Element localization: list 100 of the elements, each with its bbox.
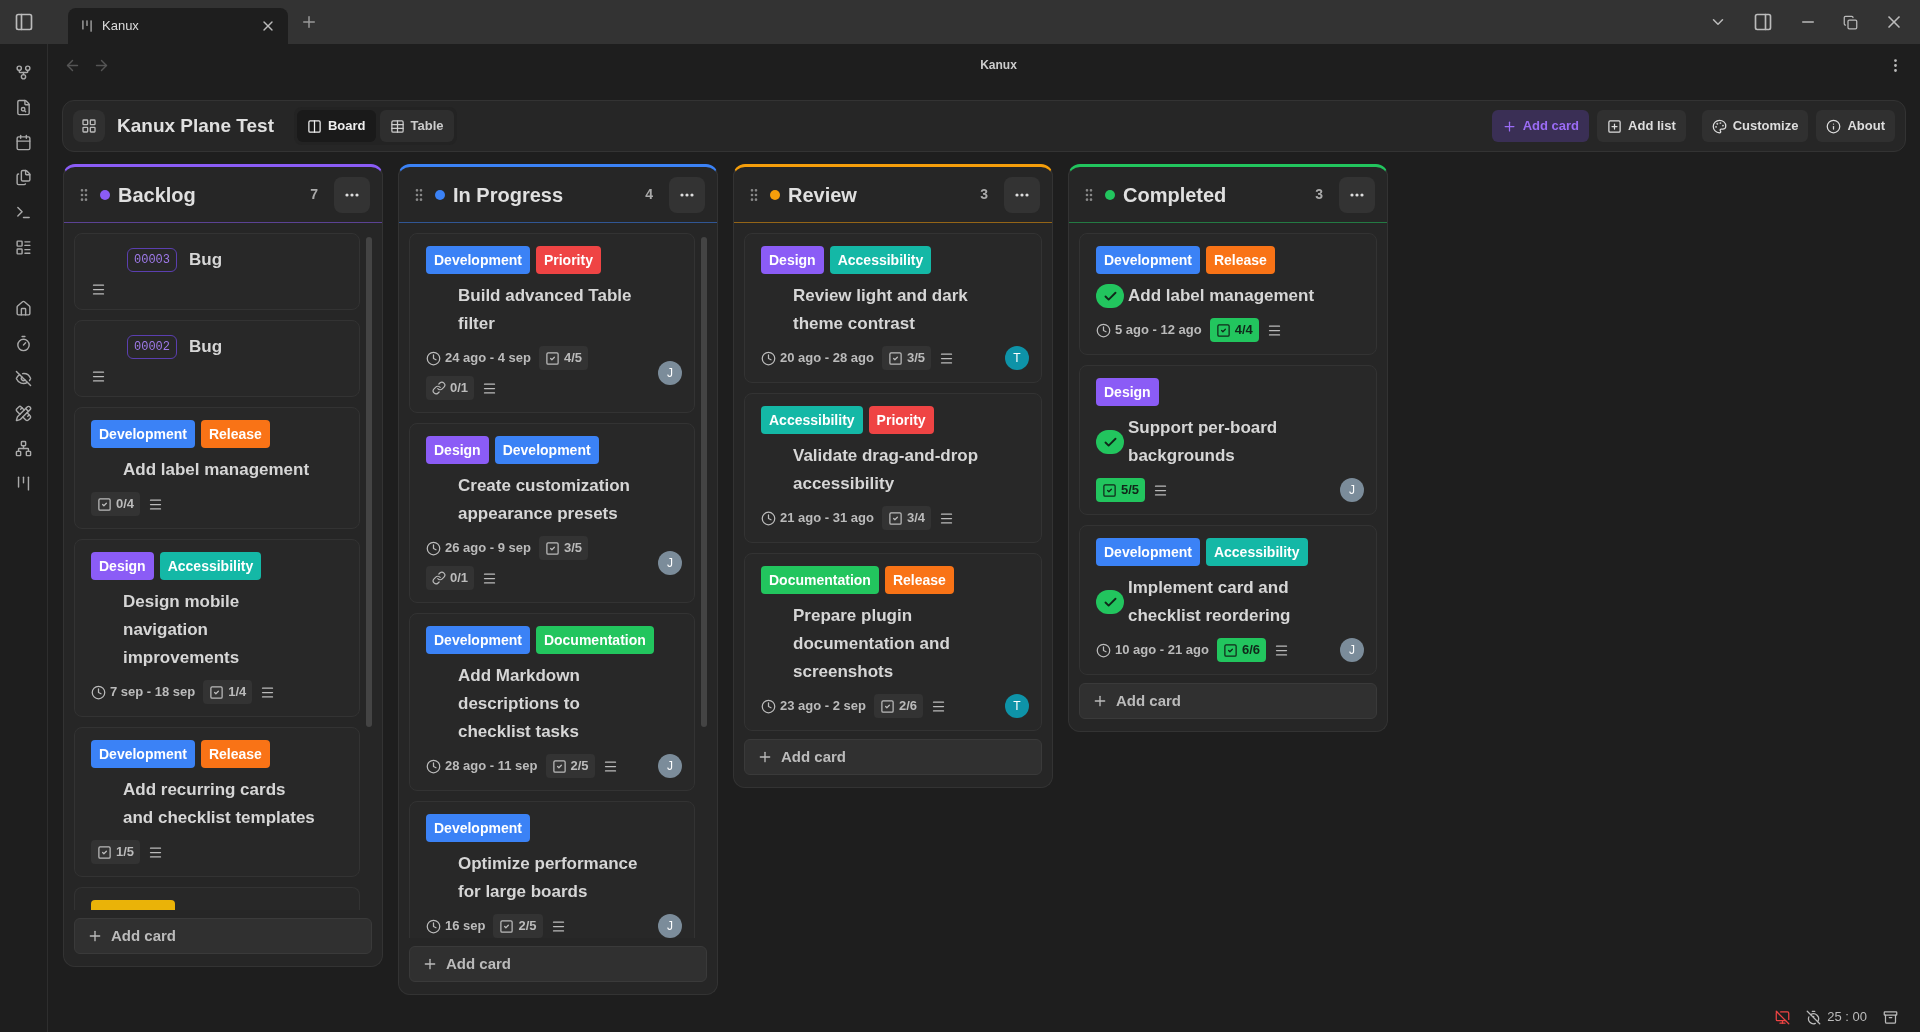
done-check-icon[interactable] bbox=[1096, 590, 1124, 614]
more-button[interactable] bbox=[669, 176, 705, 213]
list-icon[interactable] bbox=[15, 239, 32, 256]
calendar-icon[interactable] bbox=[15, 134, 32, 151]
card-count: 3 bbox=[980, 185, 988, 204]
description-icon bbox=[482, 380, 498, 396]
done-check-icon[interactable] bbox=[1096, 284, 1124, 308]
card[interactable]: Design Development Create customization appearance presets 26 ago - 9 sep 3/5 0/1 J bbox=[409, 423, 695, 603]
card[interactable]: Development Optimize performance for large boards 16 sep 2/5 J bbox=[409, 801, 695, 938]
card-title[interactable]: Review light and dark theme contrast bbox=[793, 282, 985, 338]
add-card-button[interactable]: Add card bbox=[409, 946, 707, 982]
hierarchy-icon[interactable] bbox=[15, 440, 32, 457]
checklist-count: 0/4 bbox=[116, 495, 135, 514]
view-tab[interactable]: Board bbox=[297, 110, 376, 142]
link-icon bbox=[432, 381, 446, 395]
card-title[interactable]: Prepare plugin documentation and screenshots bbox=[793, 602, 985, 686]
label-tag: Design bbox=[761, 246, 824, 274]
columns-icon bbox=[307, 118, 322, 134]
board-title: Kanux Plane Test bbox=[117, 113, 274, 138]
view-tab[interactable]: Table bbox=[379, 110, 454, 142]
card[interactable]: Design Accessibility Review light and dark theme contrast 20 ago - 28 ago 3/5 T bbox=[744, 233, 1042, 383]
new-tab-icon[interactable] bbox=[300, 13, 318, 31]
card[interactable]: Design Support per-board backgrounds 5/5 J bbox=[1079, 365, 1377, 515]
add-list-button[interactable]: Add list bbox=[1597, 110, 1686, 142]
plus-icon bbox=[422, 956, 438, 972]
timer-off-icon[interactable] bbox=[1806, 1009, 1822, 1025]
card-title[interactable]: Design mobile navigation improvements bbox=[123, 588, 315, 672]
clock-icon bbox=[426, 540, 441, 556]
files-icon[interactable] bbox=[15, 169, 32, 186]
due-dates: 24 ago - 4 sep bbox=[445, 349, 531, 368]
card[interactable] bbox=[74, 887, 360, 910]
restore-icon[interactable] bbox=[1843, 14, 1858, 30]
card[interactable]: 00003 Bug bbox=[74, 233, 360, 310]
label-tag: Development bbox=[426, 814, 530, 842]
label-tag: Priority bbox=[868, 406, 934, 434]
right-sidebar-icon[interactable] bbox=[1753, 12, 1773, 32]
card-title[interactable]: Add Markdown descriptions to checklist tasks bbox=[458, 662, 650, 746]
more-button[interactable] bbox=[1339, 176, 1375, 213]
tools-icon[interactable] bbox=[15, 405, 32, 422]
more-button[interactable] bbox=[1004, 176, 1040, 213]
home-icon[interactable] bbox=[15, 300, 32, 317]
graph-icon[interactable] bbox=[15, 64, 32, 81]
kanban-icon[interactable] bbox=[15, 475, 32, 492]
card-title[interactable]: Implement card and checklist reordering bbox=[1128, 574, 1320, 630]
plus-icon bbox=[1501, 118, 1517, 134]
column-title: Backlog bbox=[118, 182, 196, 208]
card-title[interactable]: Validate drag-and-drop accessibility bbox=[793, 442, 985, 498]
card[interactable]: 00002 Bug bbox=[74, 320, 360, 397]
archive-icon[interactable] bbox=[1883, 1009, 1898, 1025]
checklist-count: 4/5 bbox=[564, 349, 583, 368]
card-title[interactable]: Build advanced Table filter bbox=[458, 282, 650, 338]
avatar: J bbox=[658, 754, 682, 778]
add-card-button[interactable]: Add card bbox=[744, 739, 1042, 775]
clock-icon bbox=[761, 510, 776, 526]
table-icon bbox=[389, 118, 405, 134]
label-tag: Design bbox=[91, 552, 154, 580]
avatar: T bbox=[1005, 346, 1029, 370]
card[interactable]: Accessibility Priority Validate drag-and-drop accessibility 21 ago - 31 ago 3/4 bbox=[744, 393, 1042, 543]
scrollbar[interactable] bbox=[366, 237, 372, 727]
done-check-icon[interactable] bbox=[1096, 430, 1124, 454]
file-search-icon[interactable] bbox=[15, 99, 32, 116]
card-title[interactable]: Add recurring cards and checklist templates bbox=[123, 776, 315, 832]
card[interactable]: Development Release Add label management 5 ago - 12 ago 4/4 bbox=[1079, 233, 1377, 355]
add-card-button[interactable]: Add card bbox=[1079, 683, 1377, 719]
card[interactable]: Development Release Add label management 0/4 bbox=[74, 407, 360, 529]
card-title[interactable]: Optimize performance for large boards bbox=[458, 850, 650, 906]
screen-off-icon[interactable] bbox=[1775, 1009, 1791, 1025]
card-title[interactable]: Support per-board backgrounds bbox=[1128, 414, 1320, 470]
card-title[interactable]: Create customization appearance presets bbox=[458, 472, 650, 528]
card-title[interactable]: Bug bbox=[189, 333, 223, 361]
card[interactable]: Development Accessibility Implement card and checklist reordering 10 ago - 21 ago 6/6 J bbox=[1079, 525, 1377, 675]
customize-button[interactable]: Customize bbox=[1701, 110, 1809, 142]
terminal-icon[interactable] bbox=[15, 204, 32, 221]
checklist-count: 1/4 bbox=[228, 683, 247, 702]
timer-icon[interactable] bbox=[15, 335, 32, 352]
card-title[interactable]: Add label management bbox=[1128, 282, 1315, 310]
checklist-count: 6/6 bbox=[1241, 641, 1260, 660]
card[interactable]: Development Release Add recurring cards and checklist templates 1/5 bbox=[74, 727, 360, 877]
card[interactable]: Documentation Release Prepare plugin documentation and screenshots 23 ago - 2 sep 2/6 T bbox=[744, 553, 1042, 731]
due-dates: 16 sep bbox=[445, 917, 486, 936]
scrollbar[interactable] bbox=[701, 237, 707, 727]
sidebar-toggle-icon[interactable] bbox=[14, 12, 34, 32]
more-button[interactable] bbox=[334, 176, 370, 213]
add-card-button[interactable]: Add card bbox=[74, 918, 372, 954]
about-button[interactable]: About bbox=[1816, 110, 1895, 142]
card[interactable]: Design Accessibility Design mobile navigation improvements 7 sep - 18 sep 1/4 bbox=[74, 539, 360, 717]
browser-tab[interactable]: Kanux bbox=[68, 8, 288, 44]
board-menu-button[interactable] bbox=[73, 110, 105, 142]
card[interactable]: Development Priority Build advanced Table filter 24 ago - 4 sep 4/5 0/1 J bbox=[409, 233, 695, 413]
checklist-icon bbox=[1222, 642, 1238, 658]
description-icon bbox=[482, 570, 498, 586]
card-title[interactable]: Add label management bbox=[123, 456, 310, 484]
due-dates: 26 ago - 9 sep bbox=[445, 539, 531, 558]
label-tag: Development bbox=[91, 420, 195, 448]
card-title[interactable]: Bug bbox=[189, 246, 223, 274]
column-title: Review bbox=[788, 182, 857, 208]
checklist-icon bbox=[97, 496, 112, 512]
card[interactable]: Development Documentation Add Markdown descriptions to checklist tasks 28 ago - 11 sep 2/5 J bbox=[409, 613, 695, 791]
eye-off-icon[interactable] bbox=[15, 370, 32, 387]
column-title: Completed bbox=[1123, 182, 1227, 208]
